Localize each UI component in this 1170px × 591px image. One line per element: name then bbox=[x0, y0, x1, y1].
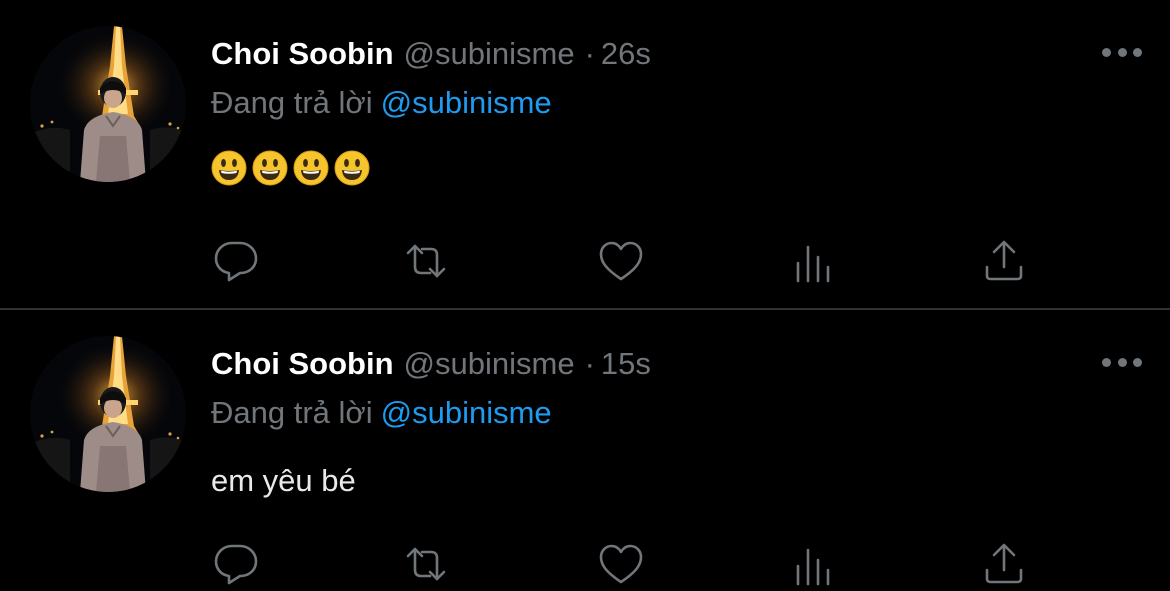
replying-to-label: Đang trả lời bbox=[211, 395, 373, 430]
retweet-icon bbox=[406, 547, 446, 581]
like-icon bbox=[599, 241, 643, 281]
retweet-icon bbox=[406, 244, 446, 278]
dot bbox=[1117, 47, 1127, 57]
views-icon bbox=[796, 245, 830, 283]
reply-button[interactable] bbox=[211, 539, 261, 589]
dot bbox=[1133, 47, 1142, 57]
display-name[interactable]: Choi Soobin bbox=[211, 36, 394, 71]
timestamp[interactable]: 26s bbox=[601, 36, 651, 71]
like-button[interactable] bbox=[596, 236, 646, 286]
smiley-emoji bbox=[252, 150, 288, 186]
timestamp[interactable]: 15s bbox=[601, 346, 651, 381]
avatar-photo bbox=[30, 26, 186, 182]
reply-button[interactable] bbox=[211, 236, 261, 286]
replying-to: Đang trả lời @subinisme bbox=[211, 83, 552, 123]
username-handle[interactable]: @subinisme bbox=[404, 36, 575, 71]
dot bbox=[1102, 47, 1111, 57]
tweet-header: Choi Soobin @subinisme · 15s bbox=[211, 344, 651, 384]
views-button[interactable] bbox=[788, 236, 838, 286]
dot bbox=[1117, 357, 1127, 367]
timeline-feed: Choi Soobin @subinisme · 26s Đang trả lời @s… bbox=[0, 0, 1170, 591]
views-icon bbox=[796, 548, 830, 586]
retweet-button[interactable] bbox=[401, 539, 451, 589]
tweet-header: Choi Soobin @subinisme · 26s bbox=[211, 34, 651, 74]
smiley-emoji bbox=[211, 150, 247, 186]
dot bbox=[1133, 357, 1142, 367]
mention-link[interactable]: @subinisme bbox=[381, 395, 552, 430]
like-button[interactable] bbox=[596, 539, 646, 589]
separator-dot: · bbox=[584, 36, 595, 71]
retweet-button[interactable] bbox=[401, 236, 451, 286]
replying-to: Đang trả lời @subinisme bbox=[211, 393, 552, 433]
share-button[interactable] bbox=[979, 539, 1029, 589]
smiley-emoji bbox=[293, 150, 329, 186]
reply-icon bbox=[214, 544, 258, 585]
avatar[interactable] bbox=[30, 336, 186, 492]
tweet-actions bbox=[211, 236, 1041, 286]
display-name[interactable]: Choi Soobin bbox=[211, 346, 394, 381]
more-icon[interactable] bbox=[1102, 352, 1142, 372]
tweet-actions bbox=[211, 539, 1041, 589]
avatar-photo bbox=[30, 336, 186, 492]
share-icon bbox=[985, 543, 1023, 584]
dot bbox=[1102, 357, 1111, 367]
tweet[interactable]: Choi Soobin @subinisme · 15s Đang trả lời @s… bbox=[0, 310, 1170, 591]
tweet[interactable]: Choi Soobin @subinisme · 26s Đang trả lời @s… bbox=[0, 0, 1170, 308]
separator-dot: · bbox=[584, 346, 595, 381]
share-icon bbox=[985, 240, 1023, 281]
tweet-text bbox=[211, 150, 370, 186]
views-button[interactable] bbox=[788, 539, 838, 589]
replying-to-label: Đang trả lời bbox=[211, 85, 373, 120]
username-handle[interactable]: @subinisme bbox=[404, 346, 575, 381]
tweet-text: em yêu bé bbox=[211, 463, 356, 498]
share-button[interactable] bbox=[979, 236, 1029, 286]
reply-icon bbox=[214, 241, 258, 282]
like-icon bbox=[599, 544, 643, 584]
avatar[interactable] bbox=[30, 26, 186, 182]
mention-link[interactable]: @subinisme bbox=[381, 85, 552, 120]
more-icon[interactable] bbox=[1102, 42, 1142, 62]
smiley-emoji bbox=[334, 150, 370, 186]
